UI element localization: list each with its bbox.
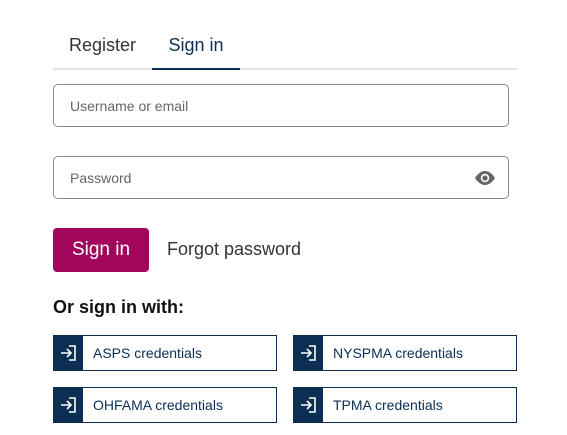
tab-register[interactable]: Register bbox=[53, 22, 152, 68]
password-input[interactable] bbox=[70, 157, 470, 198]
sso-button-asps[interactable]: ASPS credentials bbox=[53, 335, 277, 371]
sso-button-ohfama[interactable]: OHFAMA credentials bbox=[53, 387, 277, 423]
eye-icon[interactable] bbox=[473, 167, 497, 189]
sign-in-button[interactable]: Sign in bbox=[53, 228, 149, 272]
sso-button-label: TPMA credentials bbox=[333, 397, 443, 413]
tab-sign-in-label: Sign in bbox=[168, 35, 224, 55]
sso-button-tpma[interactable]: TPMA credentials bbox=[293, 387, 517, 423]
sso-button-label: ASPS credentials bbox=[93, 345, 202, 361]
sign-in-icon bbox=[294, 388, 323, 422]
sign-in-icon bbox=[54, 336, 83, 370]
username-input[interactable] bbox=[70, 85, 470, 126]
sso-button-label: NYSPMA credentials bbox=[333, 345, 463, 361]
forgot-password-link[interactable]: Forgot password bbox=[167, 239, 301, 260]
active-tab-indicator bbox=[152, 68, 240, 70]
login-page: Register Sign in Sign in Forgot password… bbox=[0, 0, 567, 435]
username-field[interactable] bbox=[53, 84, 509, 127]
tab-sign-in[interactable]: Sign in bbox=[152, 22, 240, 70]
auth-tabs: Register Sign in bbox=[53, 22, 517, 70]
sso-button-nyspma[interactable]: NYSPMA credentials bbox=[293, 335, 517, 371]
sso-button-label: OHFAMA credentials bbox=[93, 397, 223, 413]
sso-heading: Or sign in with: bbox=[53, 297, 184, 317]
sign-in-icon bbox=[294, 336, 323, 370]
sign-in-icon bbox=[54, 388, 83, 422]
password-field[interactable] bbox=[53, 156, 509, 199]
